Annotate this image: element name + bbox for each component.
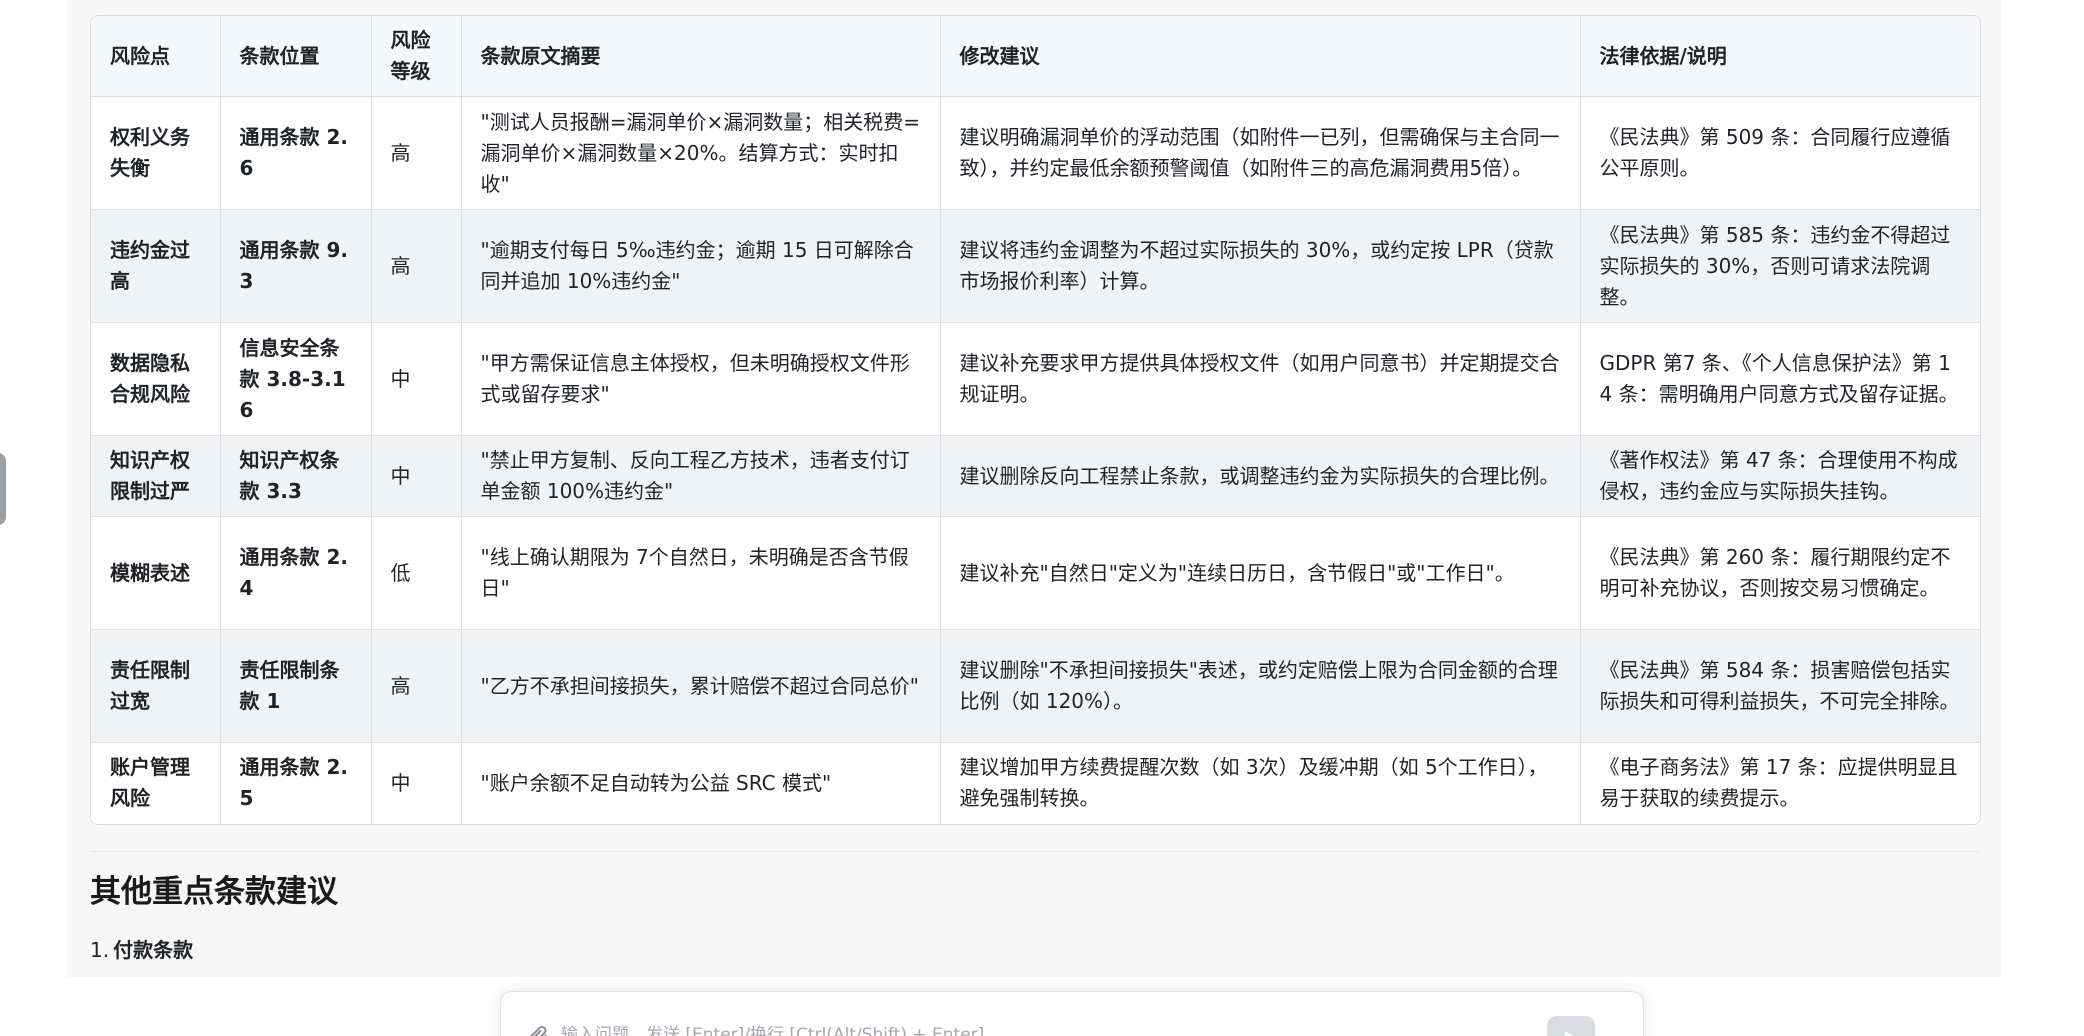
cell-risk: 数据隐私合规风险 bbox=[91, 322, 221, 436]
cell-excerpt: "测试人员报酬=漏洞单价×漏洞数量；相关税费=漏洞单价×漏洞数量×20%。结算方… bbox=[461, 96, 941, 210]
page: 风险点 条款位置 风险等级 条款原文摘要 修改建议 法律依据/说明 权利义务失衡… bbox=[0, 0, 2084, 1036]
cell-level: 中 bbox=[371, 322, 462, 436]
cell-excerpt: "禁止甲方复制、反向工程乙方技术，违者支付订单金额 100%违约金" bbox=[461, 435, 941, 517]
table-row: 知识产权限制过严 知识产权条款 3.3 中 "禁止甲方复制、反向工程乙方技术，违… bbox=[91, 435, 1980, 517]
cell-basis: 《著作权法》第 47 条：合理使用不构成侵权，违约金应与实际损失挂钩。 bbox=[1580, 435, 1980, 517]
cell-risk: 权利义务失衡 bbox=[91, 96, 221, 210]
cell-suggestion: 建议删除"不承担间接损失"表述，或约定赔偿上限为合同金额的合理比例（如 120%… bbox=[940, 629, 1581, 743]
cell-basis: 《电子商务法》第 17 条：应提供明显且易于获取的续费提示。 bbox=[1580, 742, 1980, 824]
risk-table-container: 风险点 条款位置 风险等级 条款原文摘要 修改建议 法律依据/说明 权利义务失衡… bbox=[90, 15, 1981, 825]
chat-content: 风险点 条款位置 风险等级 条款原文摘要 修改建议 法律依据/说明 权利义务失衡… bbox=[67, 0, 2001, 977]
cell-position: 信息安全条款 3.8-3.16 bbox=[220, 322, 372, 436]
cell-suggestion: 建议将违约金调整为不超过实际损失的 30%，或约定按 LPR（贷款市场报价利率）… bbox=[940, 209, 1581, 323]
cell-position: 通用条款 2.5 bbox=[220, 742, 372, 824]
header-level: 风险等级 bbox=[371, 16, 462, 97]
cell-position: 通用条款 2.6 bbox=[220, 96, 372, 210]
cell-level: 高 bbox=[371, 629, 462, 743]
cell-basis: 《民法典》第 584 条：损害赔偿包括实际损失和可得利益损失，不可完全排除。 bbox=[1580, 629, 1980, 743]
cell-position: 通用条款 2.4 bbox=[220, 516, 372, 630]
cell-basis: 《民法典》第 585 条：违约金不得超过实际损失的 30%，否则可请求法院调整。 bbox=[1580, 209, 1980, 323]
header-excerpt: 条款原文摘要 bbox=[461, 16, 941, 97]
cell-position: 通用条款 9.3 bbox=[220, 209, 372, 323]
header-position: 条款位置 bbox=[220, 16, 372, 97]
cell-suggestion: 建议增加甲方续费提醒次数（如 3次）及缓冲期（如 5个工作日），避免强制转换。 bbox=[940, 742, 1581, 824]
cell-excerpt: "甲方需保证信息主体授权，但未明确授权文件形式或留存要求" bbox=[461, 322, 941, 436]
risk-table: 风险点 条款位置 风险等级 条款原文摘要 修改建议 法律依据/说明 权利义务失衡… bbox=[91, 16, 1980, 824]
cell-position: 责任限制条款 1 bbox=[220, 629, 372, 743]
send-icon bbox=[1564, 1031, 1574, 1036]
cell-risk: 违约金过高 bbox=[91, 209, 221, 323]
table-row: 违约金过高 通用条款 9.3 高 "逾期支付每日 5‰违约金；逾期 15 日可解… bbox=[91, 209, 1980, 323]
cell-risk: 责任限制过宽 bbox=[91, 629, 221, 743]
table-row: 模糊表述 通用条款 2.4 低 "线上确认期限为 7个自然日，未明确是否含节假日… bbox=[91, 516, 1980, 630]
section-divider bbox=[90, 851, 1979, 852]
cell-excerpt: "线上确认期限为 7个自然日，未明确是否含节假日" bbox=[461, 516, 941, 630]
cell-level: 高 bbox=[371, 209, 462, 323]
cell-level: 低 bbox=[371, 516, 462, 630]
cell-excerpt: "逾期支付每日 5‰违约金；逾期 15 日可解除合同并追加 10%违约金" bbox=[461, 209, 941, 323]
cell-level: 中 bbox=[371, 742, 462, 824]
table-row: 账户管理风险 通用条款 2.5 中 "账户余额不足自动转为公益 SRC 模式" … bbox=[91, 742, 1980, 824]
paperclip-icon[interactable] bbox=[525, 1024, 549, 1036]
table-row: 权利义务失衡 通用条款 2.6 高 "测试人员报酬=漏洞单价×漏洞数量；相关税费… bbox=[91, 96, 1980, 210]
cell-risk: 模糊表述 bbox=[91, 516, 221, 630]
cell-suggestion: 建议删除反向工程禁止条款，或调整违约金为实际损失的合理比例。 bbox=[940, 435, 1581, 517]
header-basis: 法律依据/说明 bbox=[1580, 16, 1980, 97]
list-item-label: 付款条款 bbox=[113, 938, 194, 962]
cell-risk: 账户管理风险 bbox=[91, 742, 221, 824]
cell-level: 中 bbox=[371, 435, 462, 517]
cell-suggestion: 建议补充"自然日"定义为"连续日历日，含节假日"或"工作日"。 bbox=[940, 516, 1581, 630]
header-suggestion: 修改建议 bbox=[940, 16, 1581, 97]
cell-basis: GDPR 第7 条、《个人信息保护法》第 14 条：需明确用户同意方式及留存证据… bbox=[1580, 322, 1980, 436]
section-title: 其他重点条款建议 bbox=[90, 874, 338, 910]
cell-position: 知识产权条款 3.3 bbox=[220, 435, 372, 517]
list-item-number: 1. bbox=[90, 938, 110, 962]
table-header-row: 风险点 条款位置 风险等级 条款原文摘要 修改建议 法律依据/说明 bbox=[91, 16, 1980, 97]
cell-risk: 知识产权限制过严 bbox=[91, 435, 221, 517]
cell-basis: 《民法典》第 260 条：履行期限约定不明可补充协议，否则按交易习惯确定。 bbox=[1580, 516, 1980, 630]
cell-level: 高 bbox=[371, 96, 462, 210]
cell-suggestion: 建议明确漏洞单价的浮动范围（如附件一已列，但需确保与主合同一致），并约定最低余额… bbox=[940, 96, 1581, 210]
side-drawer-handle[interactable] bbox=[0, 453, 6, 525]
cell-basis: 《民法典》第 509 条：合同履行应遵循公平原则。 bbox=[1580, 96, 1980, 210]
cell-excerpt: "乙方不承担间接损失，累计赔偿不超过合同总价" bbox=[461, 629, 941, 743]
list-item: 1. 付款条款 bbox=[90, 935, 193, 965]
table-row: 数据隐私合规风险 信息安全条款 3.8-3.16 中 "甲方需保证信息主体授权，… bbox=[91, 322, 1980, 436]
cell-suggestion: 建议补充要求甲方提供具体授权文件（如用户同意书）并定期提交合规证明。 bbox=[940, 322, 1581, 436]
chat-input-placeholder[interactable]: 输入问题，发送 [Enter]/换行 [Ctrl(Alt/Shift) + En… bbox=[561, 1024, 984, 1036]
chat-input-bar[interactable]: 输入问题，发送 [Enter]/换行 [Ctrl(Alt/Shift) + En… bbox=[500, 991, 1644, 1036]
cell-excerpt: "账户余额不足自动转为公益 SRC 模式" bbox=[461, 742, 941, 824]
table-row: 责任限制过宽 责任限制条款 1 高 "乙方不承担间接损失，累计赔偿不超过合同总价… bbox=[91, 629, 1980, 743]
header-risk: 风险点 bbox=[91, 16, 221, 97]
send-button[interactable] bbox=[1547, 1016, 1595, 1036]
